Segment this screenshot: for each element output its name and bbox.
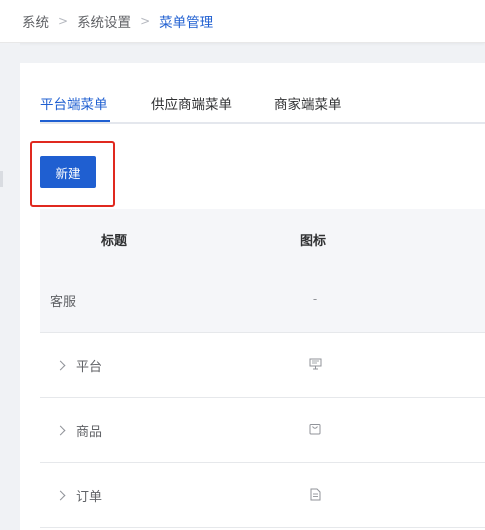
chevron-right-icon: > (140, 14, 151, 28)
monitor-icon (308, 357, 322, 371)
row-title-wrapper: 订单 (55, 486, 103, 505)
menu-tabs: 平台端菜单 供应商端菜单 商家端菜单 (40, 83, 485, 124)
menu-table: 标题 图标 客服 - 平台 商品 订单 (40, 209, 485, 530)
row-title: 订单 (76, 490, 103, 505)
table-row[interactable]: 平台 (40, 333, 485, 398)
column-header-title: 标题 (101, 234, 128, 249)
breadcrumb-item-menu-management: 菜单管理 (159, 15, 214, 31)
table-row[interactable]: 订单 (40, 463, 485, 528)
chevron-right-icon[interactable] (55, 490, 66, 501)
tab-supplier-menu[interactable]: 供应商端菜单 (151, 93, 232, 113)
new-button[interactable]: 新建 (40, 156, 96, 188)
chevron-right-icon[interactable] (55, 425, 66, 436)
chevron-right-icon[interactable] (55, 360, 66, 371)
tab-merchant-menu[interactable]: 商家端菜单 (274, 93, 342, 113)
breadcrumb-item-system[interactable]: 系统 (22, 11, 49, 31)
active-tab-indicator (40, 120, 110, 122)
column-header-icon: 图标 (300, 234, 327, 249)
table-row[interactable]: 客服 - (40, 268, 485, 333)
row-title: 商品 (76, 425, 103, 440)
scroll-edge-marker (0, 171, 3, 187)
breadcrumb-item-settings[interactable]: 系统设置 (77, 11, 131, 31)
content-card: 平台端菜单 供应商端菜单 商家端菜单 新建 标题 图标 客服 - 平台 商品 订… (20, 63, 485, 530)
table-row[interactable]: 商品 (40, 398, 485, 463)
table-header: 标题 图标 (40, 209, 485, 268)
chevron-right-icon: > (58, 14, 69, 28)
row-title-wrapper: 平台 (55, 356, 103, 375)
row-title: 客服 (50, 295, 77, 310)
tab-platform-menu[interactable]: 平台端菜单 (40, 93, 108, 113)
breadcrumb: 系统 > 系统设置 > 菜单管理 (0, 0, 485, 43)
document-icon (308, 487, 322, 501)
row-title: 平台 (76, 360, 103, 375)
left-gutter (0, 43, 20, 530)
row-title-wrapper: 商品 (55, 421, 103, 440)
row-icon-empty: - (312, 292, 318, 306)
shopping-bag-icon (308, 422, 322, 436)
